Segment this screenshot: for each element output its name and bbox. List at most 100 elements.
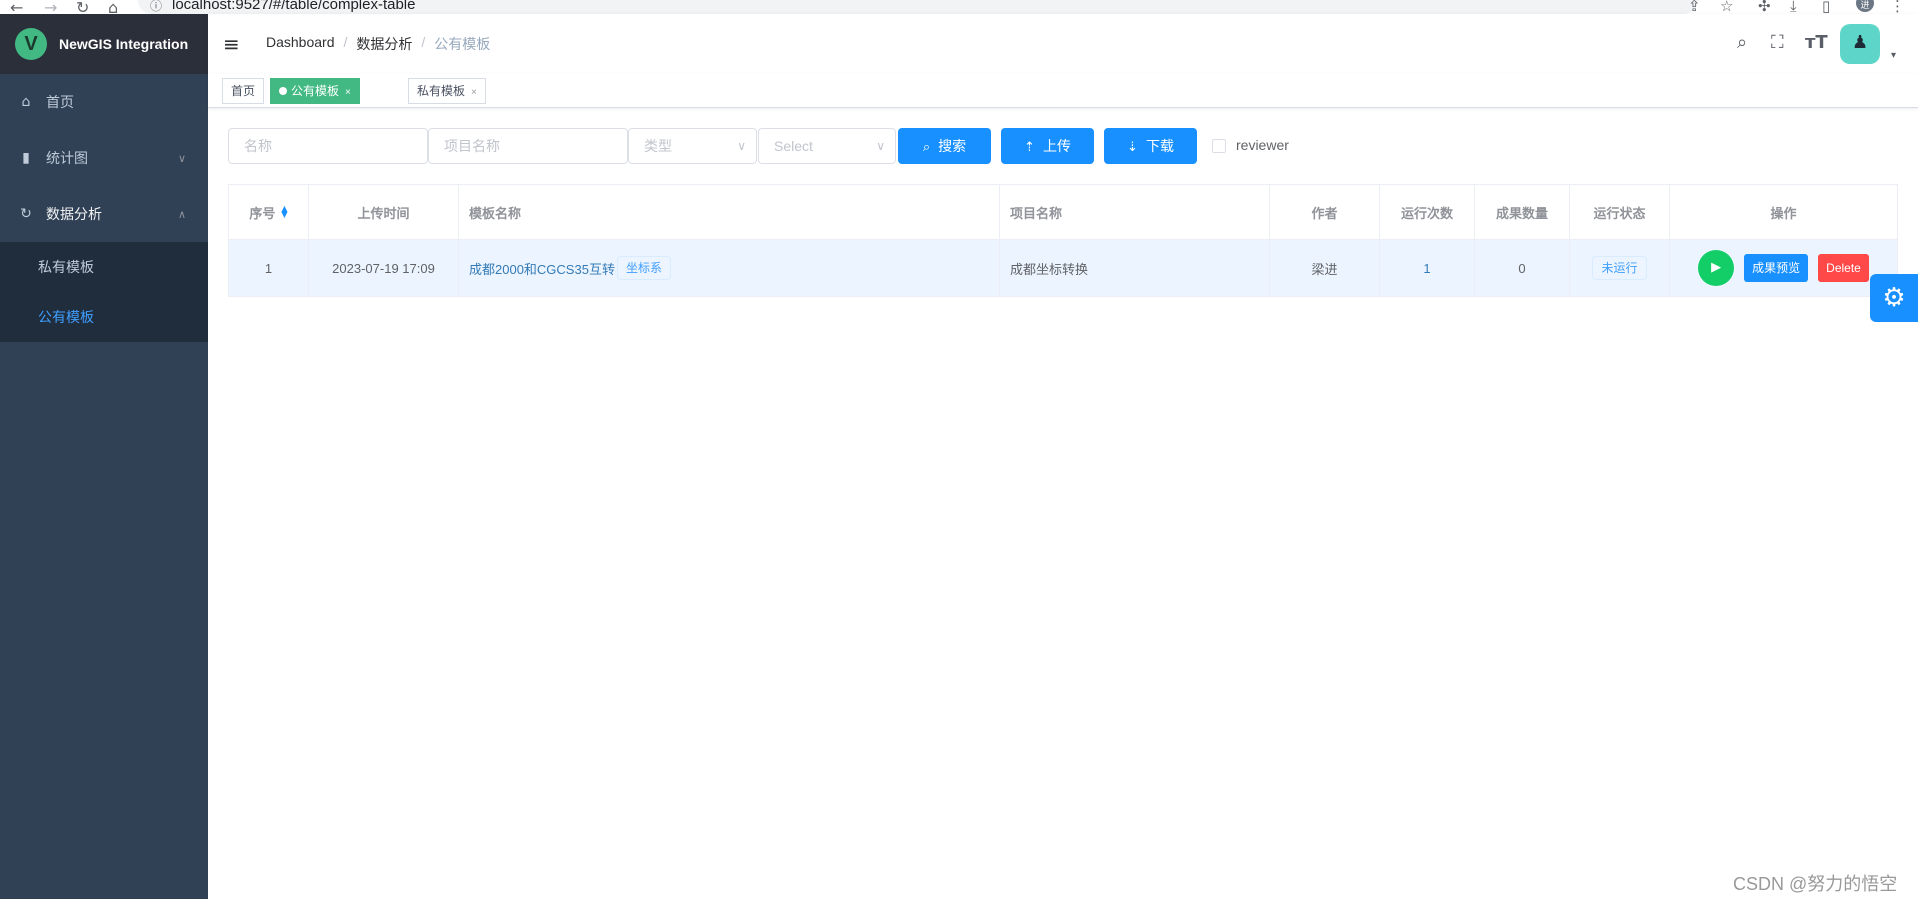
template-table: 序号 ▲ ▼ 上传时间 模板名称 项目名称 作者 运行次数 成果数量 运行状态 操… bbox=[228, 184, 1898, 297]
sidebar-item-private-template[interactable]: 私有模板 bbox=[0, 242, 208, 292]
sidebar: V NewGIS Integration ⌂ 首页 ▮ 统计图 ∨ ↻ 数据分析… bbox=[0, 14, 208, 899]
share-icon[interactable]: ⇪ bbox=[1688, 0, 1701, 14]
close-icon[interactable]: × bbox=[345, 87, 351, 98]
bookmark-star-icon[interactable]: ☆ bbox=[1720, 0, 1733, 14]
download-button-label: 下载 bbox=[1145, 138, 1174, 154]
browser-profile-avatar[interactable]: 进 bbox=[1856, 0, 1874, 12]
app-title: NewGIS Integration bbox=[59, 36, 189, 52]
cell-template-name: 成都2000和CGCS35互转 坐标系 bbox=[459, 240, 1000, 296]
reload-icon[interactable]: ↻ bbox=[76, 0, 89, 14]
delete-button[interactable]: Delete bbox=[1818, 254, 1869, 282]
select-placeholder: Select bbox=[774, 138, 813, 154]
avatar[interactable]: ♟ bbox=[1840, 24, 1880, 64]
type-select-placeholder: 类型 bbox=[644, 138, 672, 154]
caret-down-icon[interactable]: ▾ bbox=[1891, 50, 1896, 61]
column-header-upload-time: 上传时间 bbox=[309, 185, 459, 240]
tag-label: 私有模板 bbox=[417, 84, 466, 98]
upload-button-label: 上传 bbox=[1042, 138, 1071, 154]
reviewer-checkbox-label[interactable]: reviewer bbox=[1236, 137, 1289, 153]
breadcrumb-separator: / bbox=[343, 34, 348, 50]
sort-icon[interactable]: ▲ ▼ bbox=[281, 205, 287, 219]
tag-public-template[interactable]: 公有模板 × bbox=[270, 78, 360, 104]
chevron-up-icon: ∧ bbox=[177, 207, 186, 221]
column-header-id[interactable]: 序号 ▲ ▼ bbox=[229, 185, 309, 240]
column-header-label: 序号 bbox=[249, 205, 276, 221]
preview-results-button[interactable]: 成果预览 bbox=[1744, 254, 1809, 282]
table-row[interactable]: 1 2023-07-19 17:09 成都2000和CGCS35互转 坐标系 成… bbox=[229, 240, 1897, 296]
template-name-link[interactable]: 成都2000和CGCS35互转 bbox=[469, 259, 615, 278]
active-dot-icon bbox=[279, 87, 287, 95]
breadcrumb-dashboard[interactable]: Dashboard bbox=[266, 34, 335, 54]
cell-result-count: 0 bbox=[1475, 240, 1570, 296]
column-header-project-name: 项目名称 bbox=[1000, 185, 1270, 240]
run-button[interactable]: ▶ bbox=[1698, 250, 1735, 286]
browser-toolbar: ← → ↻ ⌂ ⓘ localhost:9527/#/table/complex… bbox=[0, 0, 1918, 14]
download-icon[interactable]: ⤓ bbox=[1790, 0, 1797, 14]
chevron-down-icon: ∨ bbox=[737, 139, 746, 153]
column-header-run-count: 运行次数 bbox=[1380, 185, 1475, 240]
refresh-icon: ↻ bbox=[20, 206, 32, 222]
project-name-input[interactable]: 项目名称 bbox=[428, 128, 628, 164]
home-icon: ⌂ bbox=[21, 94, 31, 110]
logo-icon: V bbox=[15, 28, 47, 60]
breadcrumb-current: 公有模板 bbox=[434, 36, 491, 52]
sidebar-item-label: 数据分析 bbox=[46, 206, 102, 222]
breadcrumb: Dashboard / 数据分析 / 公有模板 bbox=[266, 34, 490, 54]
hamburger-icon[interactable]: ≡ bbox=[223, 32, 240, 56]
search-icon[interactable]: ⌕ bbox=[1737, 32, 1747, 53]
reviewer-checkbox[interactable] bbox=[1212, 139, 1226, 153]
cell-actions: ▶ 成果预览 Delete bbox=[1670, 240, 1897, 296]
back-icon[interactable]: ← bbox=[10, 0, 23, 14]
cell-run-status: 未运行 bbox=[1570, 240, 1670, 296]
close-icon[interactable]: × bbox=[471, 87, 477, 98]
bar-chart-icon: ▮ bbox=[22, 150, 30, 166]
url-text[interactable]: localhost:9527/#/table/complex-table bbox=[172, 0, 416, 13]
search-button[interactable]: ⌕ 搜索 bbox=[898, 128, 991, 164]
sidebar-item-public-template[interactable]: 公有模板 bbox=[0, 292, 208, 342]
upload-button[interactable]: ⇡ 上传 bbox=[1001, 128, 1094, 164]
column-header-run-status: 运行状态 bbox=[1570, 185, 1670, 240]
side-panel-icon[interactable]: ▯ bbox=[1822, 0, 1830, 14]
tag-private-template[interactable]: 私有模板 × bbox=[408, 78, 486, 104]
cell-author: 梁进 bbox=[1270, 240, 1380, 296]
breadcrumb-data-analysis[interactable]: 数据分析 bbox=[356, 34, 412, 54]
name-input[interactable]: 名称 bbox=[228, 128, 428, 164]
navbar: ≡ Dashboard / 数据分析 / 公有模板 ⌕ ⛶ ᴛT ♟ ▾ bbox=[208, 14, 1918, 74]
breadcrumb-separator: / bbox=[421, 34, 426, 50]
forward-icon[interactable]: → bbox=[44, 0, 57, 14]
sidebar-item-label: 首页 bbox=[46, 94, 74, 110]
fullscreen-icon[interactable]: ⛶ bbox=[1771, 32, 1784, 53]
play-icon: ▶ bbox=[1711, 260, 1722, 275]
search-button-label: 搜索 bbox=[938, 138, 967, 154]
settings-gear-button[interactable]: ⚙ bbox=[1870, 274, 1918, 322]
sidebar-item-label: 统计图 bbox=[46, 150, 88, 166]
column-header-template-name: 模板名称 bbox=[459, 185, 1000, 240]
column-header-result-count: 成果数量 bbox=[1475, 185, 1570, 240]
type-select[interactable]: 类型 ∨ bbox=[628, 128, 757, 164]
extensions-icon[interactable]: ✣ bbox=[1758, 0, 1771, 14]
gear-icon: ⚙ bbox=[1882, 283, 1906, 313]
font-size-icon[interactable]: ᴛT bbox=[1805, 32, 1828, 53]
tag-home[interactable]: 首页 bbox=[222, 78, 265, 104]
sidebar-item-charts[interactable]: ▮ 统计图 ∨ bbox=[0, 130, 208, 186]
tags-view: 首页 公有模板 × 私有模板 × bbox=[208, 74, 1918, 108]
cell-project-name: 成都坐标转换 bbox=[1000, 240, 1270, 296]
submenu-data-analysis: 私有模板 公有模板 bbox=[0, 242, 208, 342]
sidebar-logo[interactable]: V NewGIS Integration bbox=[0, 14, 208, 74]
tag-label: 首页 bbox=[231, 84, 256, 98]
column-header-author: 作者 bbox=[1270, 185, 1380, 240]
cell-run-count: 1 bbox=[1380, 240, 1475, 296]
cell-id: 1 bbox=[229, 240, 309, 296]
select-dropdown[interactable]: Select ∨ bbox=[758, 128, 896, 164]
search-icon: ⌕ bbox=[922, 140, 931, 155]
avatar-glyph-icon: ♟ bbox=[1852, 32, 1869, 53]
sidebar-item-home[interactable]: ⌂ 首页 bbox=[0, 74, 208, 130]
table-header-row: 序号 ▲ ▼ 上传时间 模板名称 项目名称 作者 运行次数 成果数量 运行状态 操… bbox=[229, 185, 1897, 240]
sidebar-item-data-analysis[interactable]: ↻ 数据分析 ∧ bbox=[0, 186, 208, 242]
tag-label: 公有模板 bbox=[291, 84, 340, 98]
download-button[interactable]: ⇣ 下载 bbox=[1104, 128, 1197, 164]
site-info-icon[interactable]: ⓘ bbox=[150, 0, 162, 14]
upload-icon: ⇡ bbox=[1024, 140, 1035, 155]
home-icon[interactable]: ⌂ bbox=[108, 0, 118, 14]
browser-menu-icon[interactable]: ⋮ bbox=[1890, 0, 1905, 14]
